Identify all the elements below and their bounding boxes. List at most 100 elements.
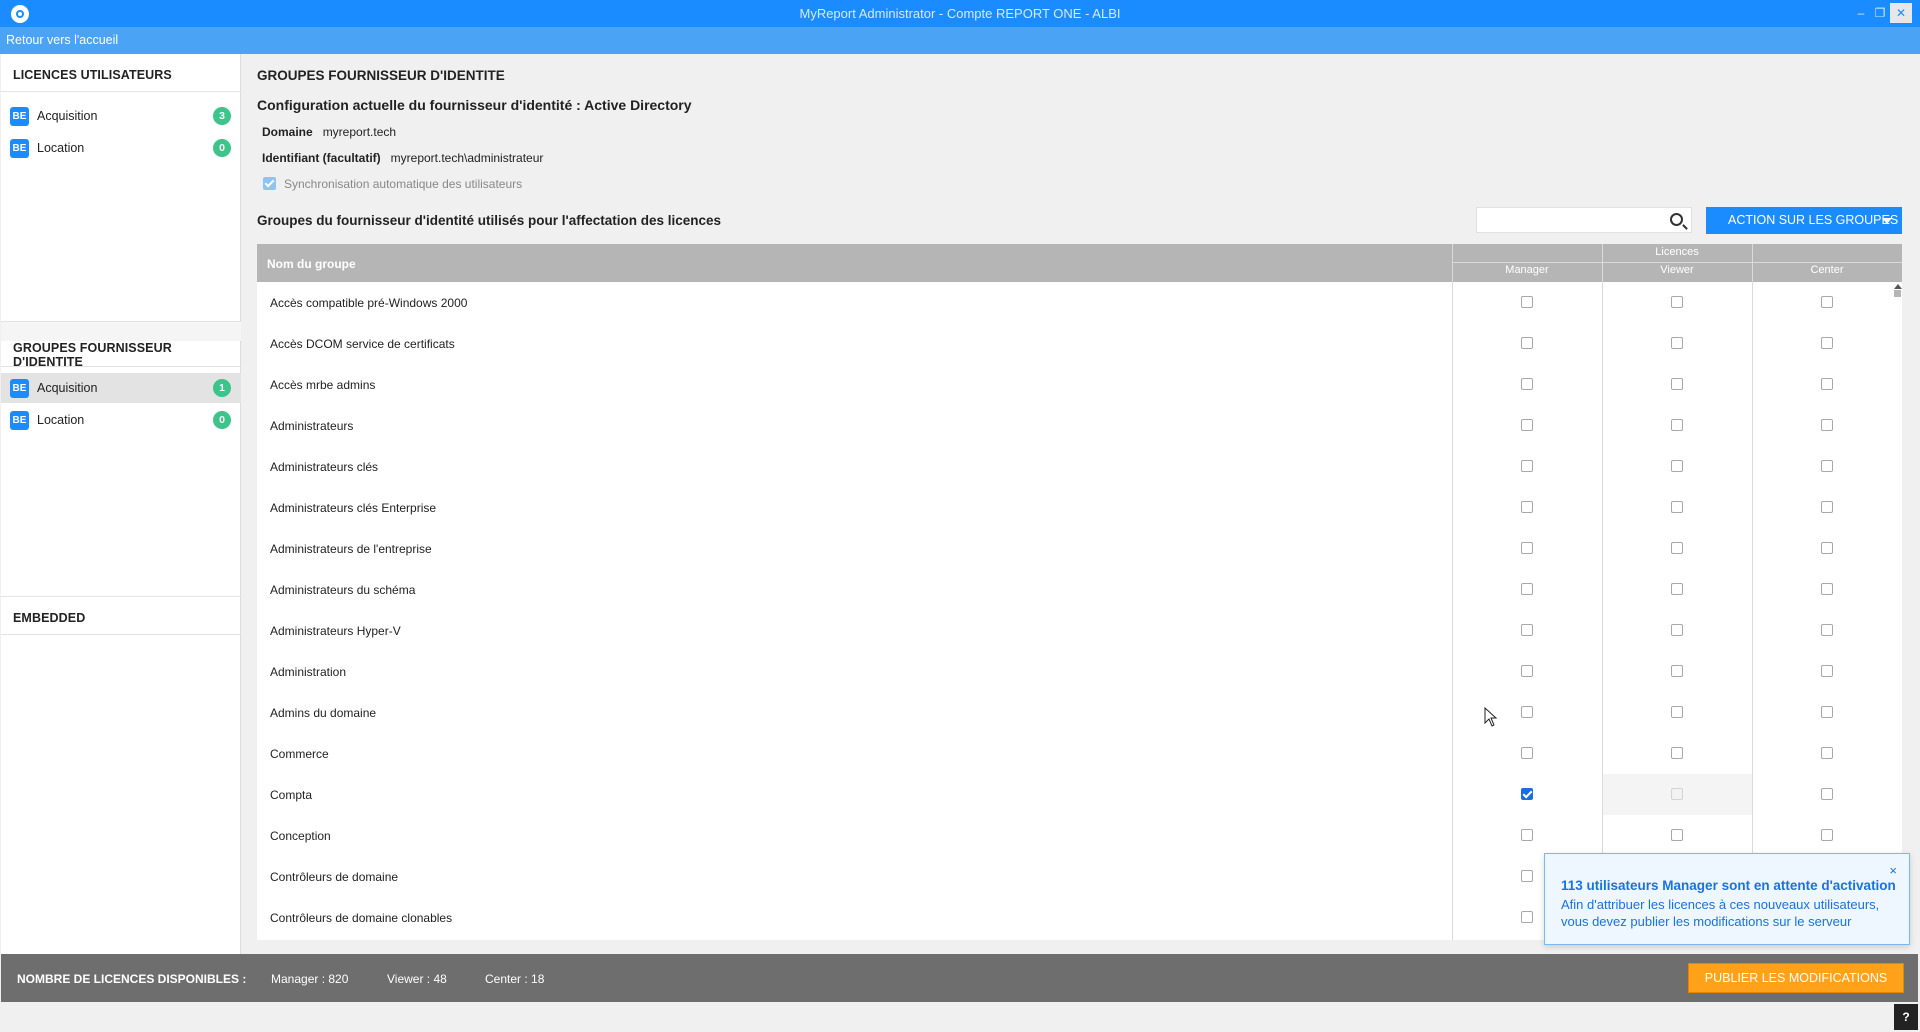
sidebar-item-label: Acquisition — [37, 109, 98, 123]
manager-licence-count: Manager : 820 — [271, 972, 349, 986]
manager-licence-checkbox[interactable] — [1521, 419, 1533, 431]
publish-changes-button[interactable]: PUBLIER LES MODIFICATIONS — [1688, 963, 1904, 993]
close-notification-icon[interactable]: × — [1889, 863, 1897, 878]
manager-licence-checkbox[interactable] — [1521, 296, 1533, 308]
viewer-licence-checkbox[interactable] — [1671, 296, 1683, 308]
maximize-button[interactable]: ❐ — [1871, 3, 1889, 23]
viewer-licence-checkbox[interactable] — [1671, 583, 1683, 595]
search-icon[interactable] — [1670, 213, 1683, 226]
close-window-button[interactable]: ✕ — [1890, 3, 1912, 23]
manager-licence-checkbox[interactable] — [1521, 829, 1533, 841]
center-licence-checkbox[interactable] — [1821, 378, 1833, 390]
group-name: Administrateurs clés — [270, 460, 379, 474]
sidebar-item-groupes-acquisition[interactable]: BE Acquisition 1 — [1, 373, 241, 403]
center-licence-checkbox[interactable] — [1821, 788, 1833, 800]
column-header-viewer[interactable]: Viewer — [1602, 264, 1752, 276]
main-panel: GROUPES FOURNISSEUR D'IDENTITE Configura… — [242, 54, 1918, 954]
center-licence-checkbox[interactable] — [1821, 747, 1833, 759]
center-licence-checkbox[interactable] — [1821, 829, 1833, 841]
sidebar-item-licences-acquisition[interactable]: BE Acquisition 3 — [1, 101, 241, 131]
viewer-licence-checkbox[interactable] — [1671, 337, 1683, 349]
manager-licence-checkbox[interactable] — [1521, 460, 1533, 472]
center-licence-checkbox[interactable] — [1821, 460, 1833, 472]
minimize-button[interactable]: – — [1852, 3, 1870, 23]
center-licence-checkbox[interactable] — [1821, 337, 1833, 349]
table-row[interactable]: Commerce — [257, 733, 1902, 774]
be-badge: BE — [10, 107, 29, 126]
viewer-licence-checkbox[interactable] — [1671, 624, 1683, 636]
group-name: Administrateurs clés Enterprise — [270, 501, 437, 515]
manager-licence-checkbox[interactable] — [1521, 747, 1533, 759]
table-row[interactable]: Administrateurs de l'entreprise — [257, 528, 1902, 569]
manager-licence-checkbox[interactable] — [1521, 911, 1533, 923]
navigation-bar: Retour vers l'accueil — [0, 27, 1920, 54]
viewer-licence-checkbox — [1671, 788, 1683, 800]
manager-licence-checkbox[interactable] — [1521, 542, 1533, 554]
manager-licence-checkbox[interactable] — [1521, 665, 1533, 677]
scroll-up-arrow-icon[interactable] — [1894, 284, 1902, 289]
help-button[interactable]: ? — [1894, 1004, 1918, 1030]
viewer-licence-checkbox[interactable] — [1671, 501, 1683, 513]
viewer-licence-checkbox[interactable] — [1671, 378, 1683, 390]
sidebar-item-label: Acquisition — [37, 381, 98, 395]
column-header-center[interactable]: Center — [1752, 264, 1902, 276]
window-title: MyReport Administrator - Compte REPORT O… — [799, 6, 1121, 21]
viewer-licence-checkbox[interactable] — [1671, 460, 1683, 472]
be-badge: BE — [10, 379, 29, 398]
table-row[interactable]: Administrateurs clés — [257, 446, 1902, 487]
table-scrollbar[interactable] — [1893, 282, 1902, 940]
table-row[interactable]: Administration — [257, 651, 1902, 692]
table-row[interactable]: Accès mrbe admins — [257, 364, 1902, 405]
center-licence-checkbox[interactable] — [1821, 542, 1833, 554]
divider — [1, 321, 241, 322]
center-licence-checkbox[interactable] — [1821, 665, 1833, 677]
center-licence-checkbox[interactable] — [1821, 583, 1833, 595]
viewer-licence-checkbox[interactable] — [1671, 829, 1683, 841]
center-licence-checkbox[interactable] — [1821, 706, 1833, 718]
viewer-licence-checkbox[interactable] — [1671, 706, 1683, 718]
table-row[interactable]: Administrateurs — [257, 405, 1902, 446]
manager-licence-checkbox[interactable] — [1521, 583, 1533, 595]
column-header-group-name[interactable]: Nom du groupe — [267, 257, 356, 271]
table-row[interactable]: Admins du domaine — [257, 692, 1902, 733]
group-name: Accès mrbe admins — [270, 378, 376, 392]
center-licence-checkbox[interactable] — [1821, 296, 1833, 308]
table-row[interactable]: Accès DCOM service de certificats — [257, 323, 1902, 364]
manager-licence-checkbox[interactable] — [1521, 870, 1533, 882]
center-licence-checkbox[interactable] — [1821, 624, 1833, 636]
viewer-licence-checkbox[interactable] — [1671, 542, 1683, 554]
viewer-licence-checkbox[interactable] — [1671, 419, 1683, 431]
sidebar-item-groupes-location[interactable]: BE Location 0 — [1, 405, 241, 435]
table-row[interactable]: Compta — [257, 774, 1902, 815]
column-header-manager[interactable]: Manager — [1452, 264, 1602, 276]
divider — [1, 634, 241, 635]
sidebar-section-title-embedded: EMBEDDED — [13, 611, 86, 625]
center-licence-checkbox[interactable] — [1821, 501, 1833, 513]
viewer-licence-checkbox[interactable] — [1671, 665, 1683, 677]
viewer-licence-checkbox[interactable] — [1671, 747, 1683, 759]
table-row[interactable]: Conception — [257, 815, 1902, 856]
scroll-thumb[interactable] — [1894, 290, 1901, 297]
table-row[interactable]: Administrateurs Hyper-V — [257, 610, 1902, 651]
manager-licence-checkbox[interactable] — [1521, 624, 1533, 636]
identifier-value: myreport.tech\administrateur — [390, 151, 544, 165]
manager-licence-checkbox[interactable] — [1521, 378, 1533, 390]
group-actions-dropdown-button[interactable]: ACTION SUR LES GROUPES — [1706, 207, 1902, 234]
manager-licence-checkbox[interactable] — [1521, 706, 1533, 718]
table-row[interactable]: Administrateurs du schéma — [257, 569, 1902, 610]
table-row[interactable]: Accès compatible pré-Windows 2000 — [257, 282, 1902, 323]
group-name: Admins du domaine — [270, 706, 377, 720]
manager-licence-checkbox[interactable] — [1521, 501, 1533, 513]
table-row[interactable]: Administrateurs clés Enterprise — [257, 487, 1902, 528]
groups-table: Nom du groupe Licences Manager Viewer Ce… — [257, 244, 1902, 940]
search-input[interactable] — [1476, 207, 1692, 233]
center-licence-checkbox[interactable] — [1821, 419, 1833, 431]
group-name: Conception — [270, 829, 331, 843]
group-actions-label: ACTION SUR LES GROUPES — [1728, 213, 1899, 227]
group-name: Administrateurs du schéma — [270, 583, 416, 597]
group-name: Accès compatible pré-Windows 2000 — [270, 296, 468, 310]
manager-licence-checkbox[interactable] — [1521, 337, 1533, 349]
sidebar-item-licences-location[interactable]: BE Location 0 — [1, 133, 241, 163]
manager-licence-checkbox[interactable] — [1521, 788, 1533, 800]
back-home-link[interactable]: Retour vers l'accueil — [6, 33, 118, 47]
